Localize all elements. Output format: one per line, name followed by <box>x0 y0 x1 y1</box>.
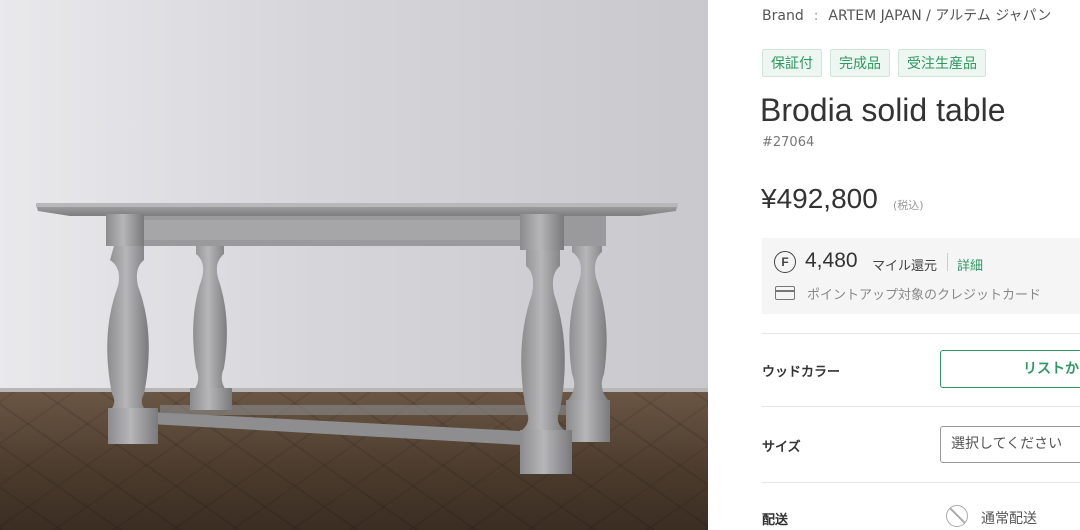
product-tags: 保証付 完成品 受注生産品 <box>762 49 986 77</box>
size-label: サイズ <box>762 440 801 455</box>
brand-label: Brand <box>762 8 804 24</box>
product-sku: #27064 <box>762 135 815 150</box>
credit-card-icon <box>775 286 795 300</box>
brand-line: Brand: ARTEM JAPAN / アルテム ジャパン <box>762 5 1051 25</box>
product-info-panel: Brand: ARTEM JAPAN / アルテム ジャパン 保証付 完成品 受注… <box>708 0 1080 530</box>
tag-assembled: 完成品 <box>830 49 890 77</box>
tag-made-to-order: 受注生産品 <box>898 49 986 77</box>
tag-warranty: 保証付 <box>762 49 822 77</box>
miles-f-icon: F <box>774 251 796 273</box>
miles-box: F 4,480 マイル還元 詳細 ポイントアップ対象のクレジットカード <box>762 238 1080 314</box>
brand-name-link[interactable]: ARTEM JAPAN / アルテム ジャパン <box>828 8 1051 24</box>
wood-color-label: ウッドカラー <box>762 365 841 380</box>
product-title: Brodia solid table <box>760 92 1006 128</box>
miles-divider <box>947 253 948 271</box>
divider <box>762 482 1080 483</box>
prohibited-icon <box>946 505 968 527</box>
shipping-value: 通常配送 <box>981 511 1037 527</box>
divider <box>762 333 1080 334</box>
credit-card-link[interactable]: ポイントアップ対象のクレジットカード <box>807 284 1041 303</box>
miles-label: マイル還元 <box>872 259 938 274</box>
product-photo[interactable] <box>0 0 708 530</box>
product-price: ¥492,800 <box>761 183 878 214</box>
size-select[interactable]: 選択してください <box>940 426 1080 463</box>
table-illustration <box>36 203 678 474</box>
shipping-label: 配送 <box>762 513 789 528</box>
wood-color-select-button[interactable]: リストから選択 <box>940 350 1080 388</box>
miles-detail-link[interactable]: 詳細 <box>957 255 983 274</box>
brand-separator: : <box>813 8 819 24</box>
miles-amount: 4,480 <box>805 249 858 272</box>
divider <box>762 406 1080 407</box>
tax-note: (税込) <box>893 199 924 212</box>
